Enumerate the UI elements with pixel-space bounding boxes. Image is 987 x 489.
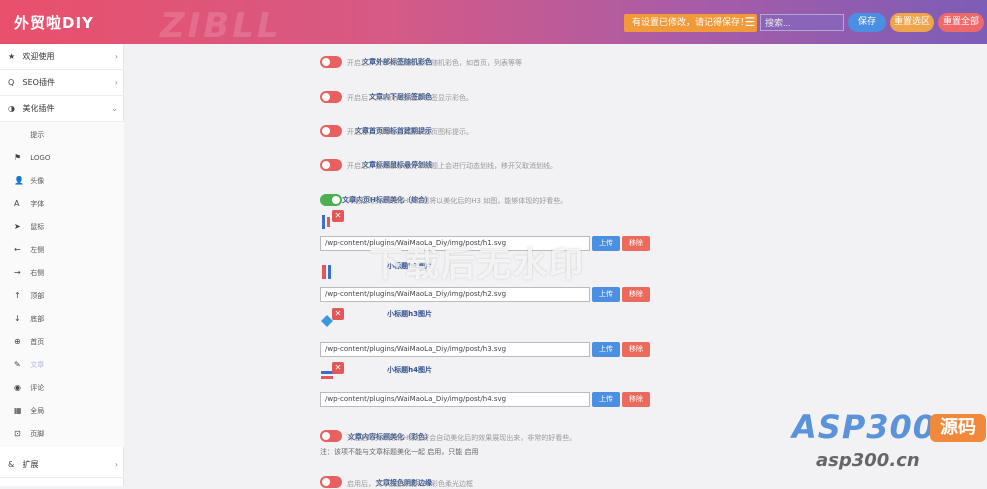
setting-desc: 开启后写文章用的H标题将会自动美化后的效果展现出来，非常的好看些。 (347, 434, 577, 442)
sidebar-subitem-label: 左侧 (30, 246, 45, 254)
search-icon: Q (8, 78, 15, 87)
sidebar-item-extend[interactable]: & 扩展 › (0, 452, 124, 478)
setting-desc: 启用后，文章底部添加一个彩色柔光边框 (347, 480, 473, 488)
sidebar-item-label: 美化插件 (22, 104, 55, 113)
sidebar-subitem-label: 提示 (30, 131, 45, 139)
brand-ghost-text: ZIBLL (160, 6, 282, 46)
sidebar-item-label: 欢迎使用 (22, 52, 55, 61)
sidebar: ★ 欢迎使用 › Q SEO插件 › ◑ 美化插件 ⌄ 提示 ⚑ LOGO 👤 … (0, 44, 124, 486)
sidebar-subitem-label: 右侧 (30, 269, 45, 277)
menu-icon[interactable]: ☰ (742, 14, 758, 30)
remove-button[interactable]: 移除 (622, 287, 650, 302)
sidebar-subitem-label: 底部 (30, 315, 45, 323)
footer-icon: ⊡ (14, 429, 21, 438)
image-thumb-h3: ✕ (320, 308, 348, 330)
sidebar-item-label: SEO插件 (22, 78, 55, 87)
remove-image-icon[interactable]: ✕ (332, 362, 344, 374)
toggle-switch[interactable] (320, 125, 342, 137)
chevron-down-icon: ⌄ (111, 104, 118, 113)
sidebar-subitem-label: 页脚 (30, 430, 45, 438)
star-icon: ★ (8, 52, 16, 61)
remove-image-icon[interactable]: ✕ (332, 210, 344, 222)
reset-all-button[interactable]: 重置全部 (938, 13, 984, 32)
remove-button[interactable]: 移除 (622, 392, 650, 407)
sidebar-subitem-label: 顶部 (30, 292, 45, 300)
toggle-switch[interactable] (320, 159, 342, 171)
site-url: asp300.cn (816, 450, 920, 471)
remove-button[interactable]: 移除 (622, 236, 650, 251)
top-header: 外贸啦DIY ZIBLL 有设置已修改，请记得保存！ ☰ 保存 重置选区 重置全… (0, 0, 987, 46)
setting-label: 小标题h3图片 (387, 310, 432, 318)
settings-content: 文章外部标签随机彩色 开启后，文章页面底部显示随机彩色，如首页，列表等等 文章内… (124, 44, 987, 488)
image-thumb-h4: ✕ (320, 362, 348, 384)
sidebar-subitem-label: 首页 (30, 338, 45, 346)
sidebar-subitem-label: 鼠标 (30, 223, 45, 231)
setting-label: 小标题h4图片 (387, 366, 432, 374)
remove-image-icon[interactable]: ✕ (332, 308, 344, 320)
reset-section-button[interactable]: 重置选区 (890, 13, 934, 32)
upload-button[interactable]: 上传 (592, 236, 620, 251)
h2-image-icon (322, 265, 331, 279)
sidebar-item-label: 扩展 (22, 460, 39, 469)
setting-desc: 开启后，文章页面底部显示随机彩色，如首页，列表等等 (347, 59, 522, 67)
sidebar-subitem-label: 全局 (30, 407, 45, 415)
toggle-switch[interactable] (320, 430, 342, 442)
site-tag: 源码 (930, 414, 986, 442)
unsaved-notice: 有设置已修改，请记得保存！ (624, 14, 758, 32)
toggle-switch[interactable] (320, 91, 342, 103)
sidebar-item-welcome[interactable]: ★ 欢迎使用 › (0, 44, 124, 70)
setting-desc: 开启后，文章页内部底下标签显示彩色。 (347, 94, 473, 102)
setting-desc: 开启后，鼠标悬停在文章标题上会进行动态划线，移开又取消划线。 (347, 162, 557, 170)
sidebar-subitem-label: LOGO (30, 154, 51, 162)
chevron-right-icon: › (114, 52, 118, 61)
site-logo: ASP300 (792, 408, 937, 446)
search-input[interactable] (760, 14, 844, 31)
setting-note: 注：该项不能与文章标题美化一起 启用，只能 启用 (320, 448, 479, 456)
image-path-input[interactable]: /wp-content/plugins/WaiMaoLa_Diy/img/pos… (320, 392, 590, 407)
chevron-right-icon: › (114, 78, 118, 87)
toggle-switch[interactable] (320, 56, 342, 68)
toggle-switch[interactable] (320, 476, 342, 488)
image-path-input[interactable]: /wp-content/plugins/WaiMaoLa_Diy/img/pos… (320, 342, 590, 357)
image-thumb-h1: ✕ (320, 210, 348, 232)
upload-button[interactable]: 上传 (592, 392, 620, 407)
toggle-switch[interactable] (320, 194, 342, 206)
remove-button[interactable]: 移除 (622, 342, 650, 357)
setting-desc: 开启后写文章用的H小标题将以美化后的H3 如图，能够体现的好看些。 (347, 197, 568, 205)
sidebar-subitem-label: 字体 (30, 200, 45, 208)
upload-button[interactable]: 上传 (592, 342, 620, 357)
sidebar-subitem-label: 文章 (30, 361, 45, 369)
watermark-text: 下载后无水印 (369, 245, 585, 285)
contrast-icon: ◑ (8, 104, 15, 113)
sidebar-item-beautify[interactable]: ◑ 美化插件 ⌄ (0, 96, 124, 122)
sidebar-item-seo[interactable]: Q SEO插件 › (0, 70, 124, 96)
upload-button[interactable]: 上传 (592, 287, 620, 302)
setting-desc: 开启后，为网站首页显示首页图标提示。 (347, 128, 473, 136)
brand-title: 外贸啦DIY (14, 13, 94, 32)
chevron-right-icon: › (114, 460, 118, 469)
save-button[interactable]: 保存 (848, 13, 886, 32)
image-path-input[interactable]: /wp-content/plugins/WaiMaoLa_Diy/img/pos… (320, 287, 590, 302)
image-thumb-h2 (320, 260, 348, 282)
sidebar-subitem-label: 评论 (30, 384, 45, 392)
ampersand-icon: & (8, 460, 15, 469)
sidebar-subitem-label: 头像 (30, 177, 45, 185)
sidebar-subitem-footer[interactable]: ⊡ 页脚 (0, 421, 124, 447)
